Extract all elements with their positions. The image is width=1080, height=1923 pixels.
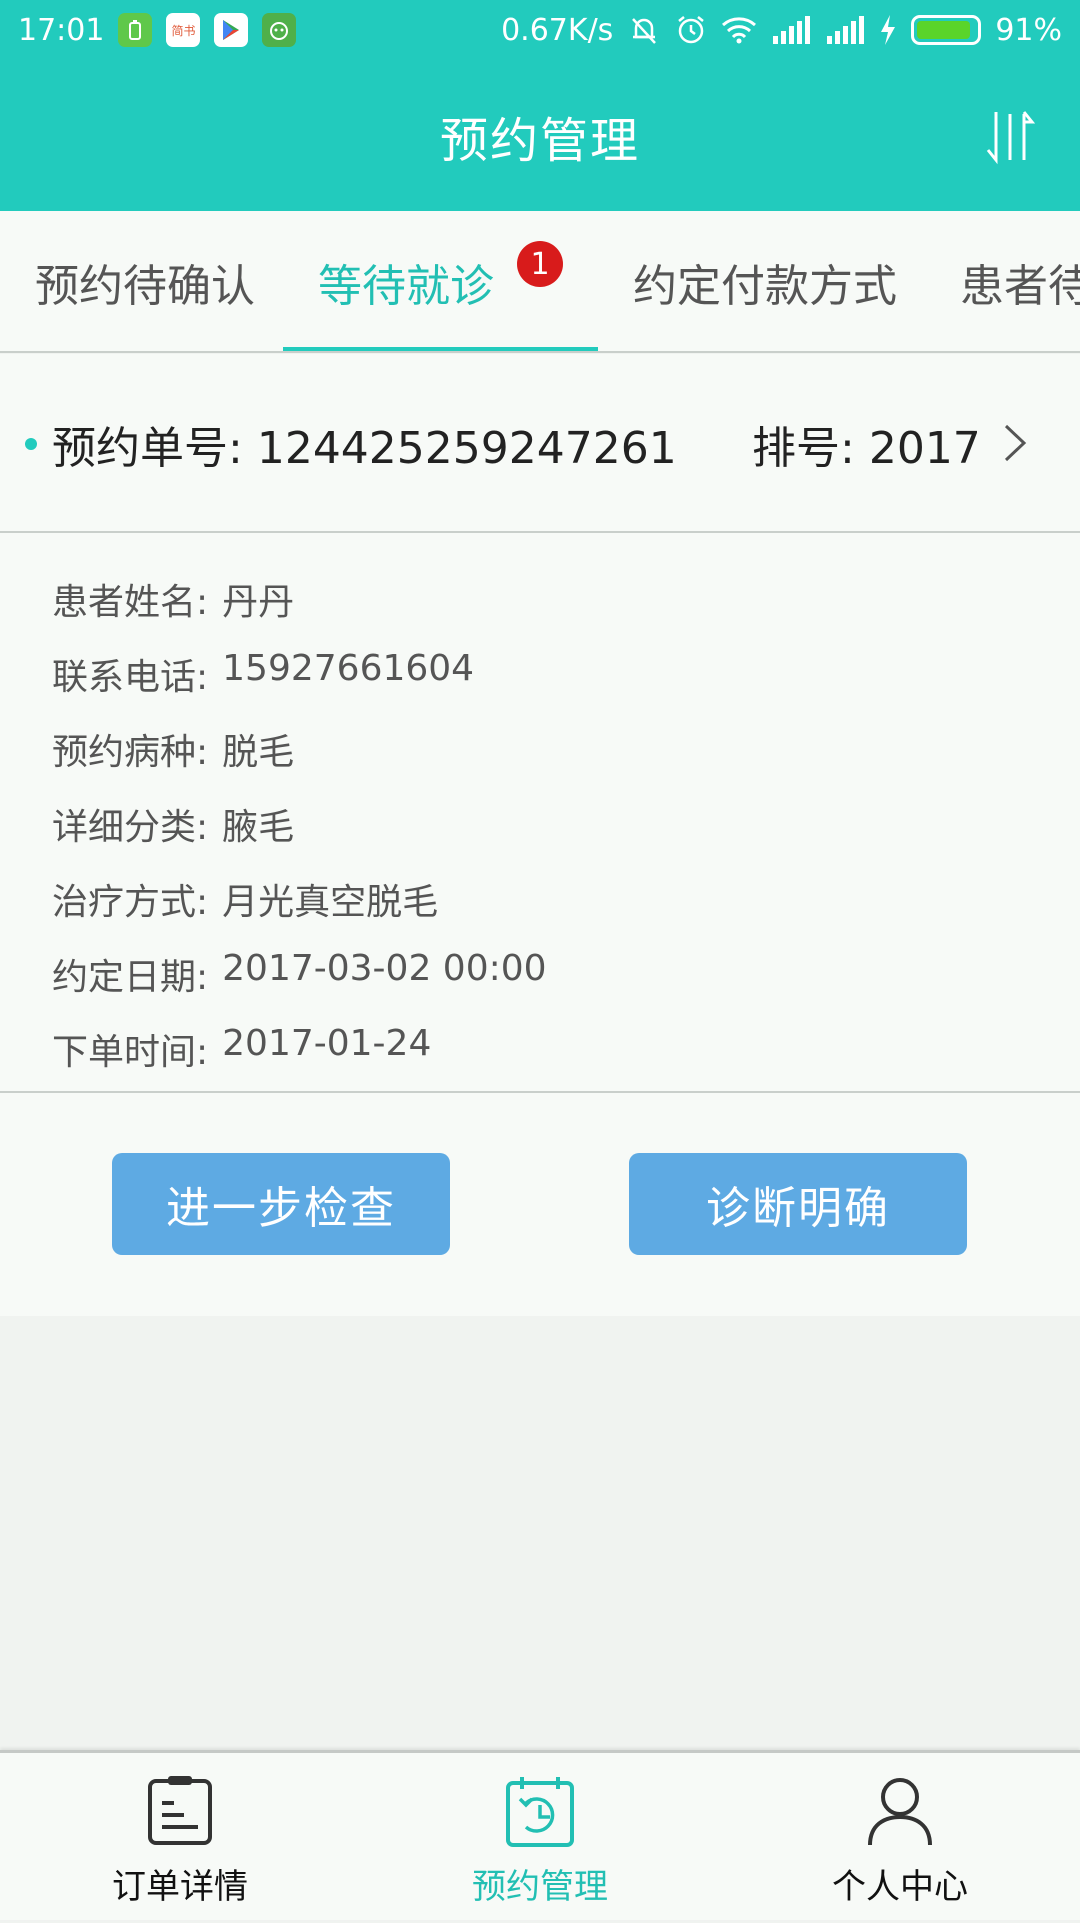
user-icon bbox=[868, 1778, 932, 1846]
play-store-icon bbox=[214, 13, 249, 47]
status-bar: 17:01 简书 0.67K/s 91% bbox=[0, 0, 1080, 60]
nav-appointment-management[interactable]: 预约管理 bbox=[360, 1753, 720, 1923]
clipboard-icon bbox=[148, 1776, 212, 1845]
order-header-row[interactable]: 预约单号: 124425259247261 排号: 2017 bbox=[0, 354, 1080, 533]
sort-icon bbox=[986, 111, 1036, 165]
nav-label: 订单详情 bbox=[112, 1867, 248, 1907]
detail-row: 联系电话: 15927661604 bbox=[52, 648, 475, 698]
tab-payment-method[interactable]: 约定付款方式 bbox=[633, 211, 897, 351]
tab-label: 等待就诊 bbox=[318, 261, 494, 312]
nav-label: 个人中心 bbox=[832, 1867, 968, 1907]
queue-number: 排号: 2017 bbox=[752, 423, 981, 474]
status-time: 17:01 bbox=[18, 12, 105, 48]
jianshu-app-icon: 简书 bbox=[166, 13, 201, 47]
tab-pending-confirm[interactable]: 预约待确认 bbox=[35, 211, 255, 351]
wifi-icon bbox=[721, 16, 757, 44]
calendar-clock-icon bbox=[506, 1777, 574, 1847]
nav-personal-center[interactable]: 个人中心 bbox=[720, 1753, 1080, 1923]
network-speed: 0.67K/s bbox=[501, 12, 614, 48]
status-dot bbox=[25, 438, 37, 450]
tab-label: 患者待 bbox=[960, 261, 1080, 312]
mute-icon bbox=[627, 13, 661, 47]
nav-label: 预约管理 bbox=[472, 1867, 608, 1907]
tab-patient-pending[interactable]: 患者待 bbox=[960, 211, 1080, 351]
charging-icon bbox=[879, 15, 897, 45]
further-check-button[interactable]: 进一步检查 bbox=[112, 1153, 450, 1255]
chevron-right-icon bbox=[1004, 424, 1027, 462]
page-title: 预约管理 bbox=[439, 112, 640, 169]
battery-level bbox=[917, 21, 971, 39]
nav-order-details[interactable]: 订单详情 bbox=[0, 1753, 360, 1923]
active-tab-indicator bbox=[283, 347, 598, 351]
signal-icon bbox=[825, 16, 865, 44]
detail-row: 下单时间: 2017-01-24 bbox=[52, 1023, 432, 1073]
diagnosis-clear-button[interactable]: 诊断明确 bbox=[629, 1153, 967, 1255]
signal-icon bbox=[771, 16, 811, 44]
battery-app-icon bbox=[118, 13, 153, 47]
tab-label: 约定付款方式 bbox=[633, 261, 897, 312]
detail-row: 患者姓名: 丹丹 bbox=[52, 582, 295, 623]
detail-row: 约定日期: 2017-03-02 00:00 bbox=[52, 948, 547, 998]
battery-icon bbox=[911, 15, 982, 45]
tab-waiting-visit[interactable]: 等待就诊 bbox=[318, 211, 494, 351]
battery-percent: 91% bbox=[995, 12, 1062, 48]
bottom-nav: 订单详情 预约管理 个人中心 bbox=[0, 1750, 1080, 1920]
tab-label: 预约待确认 bbox=[35, 261, 255, 312]
app-header: 预约管理 bbox=[0, 60, 1080, 211]
appointment-card: 预约单号: 124425259247261 排号: 2017 患者姓名: 丹丹 联… bbox=[0, 354, 1080, 1316]
alarm-icon bbox=[675, 14, 707, 46]
android-app-icon bbox=[262, 13, 297, 47]
appointment-details: 患者姓名: 丹丹 联系电话: 15927661604 预约病种: 脱毛 详细分类: 腋毛… bbox=[0, 535, 1080, 1093]
detail-row: 详细分类: 腋毛 bbox=[52, 807, 295, 848]
order-number: 预约单号: 124425259247261 bbox=[52, 423, 677, 474]
action-buttons: 进一步检查 诊断明确 bbox=[0, 1095, 1080, 1316]
notification-badge: 1 bbox=[517, 241, 563, 287]
detail-row: 治疗方式: 月光真空脱毛 bbox=[52, 882, 439, 923]
detail-row: 预约病种: 脱毛 bbox=[52, 732, 295, 773]
sort-button[interactable] bbox=[982, 106, 1042, 166]
